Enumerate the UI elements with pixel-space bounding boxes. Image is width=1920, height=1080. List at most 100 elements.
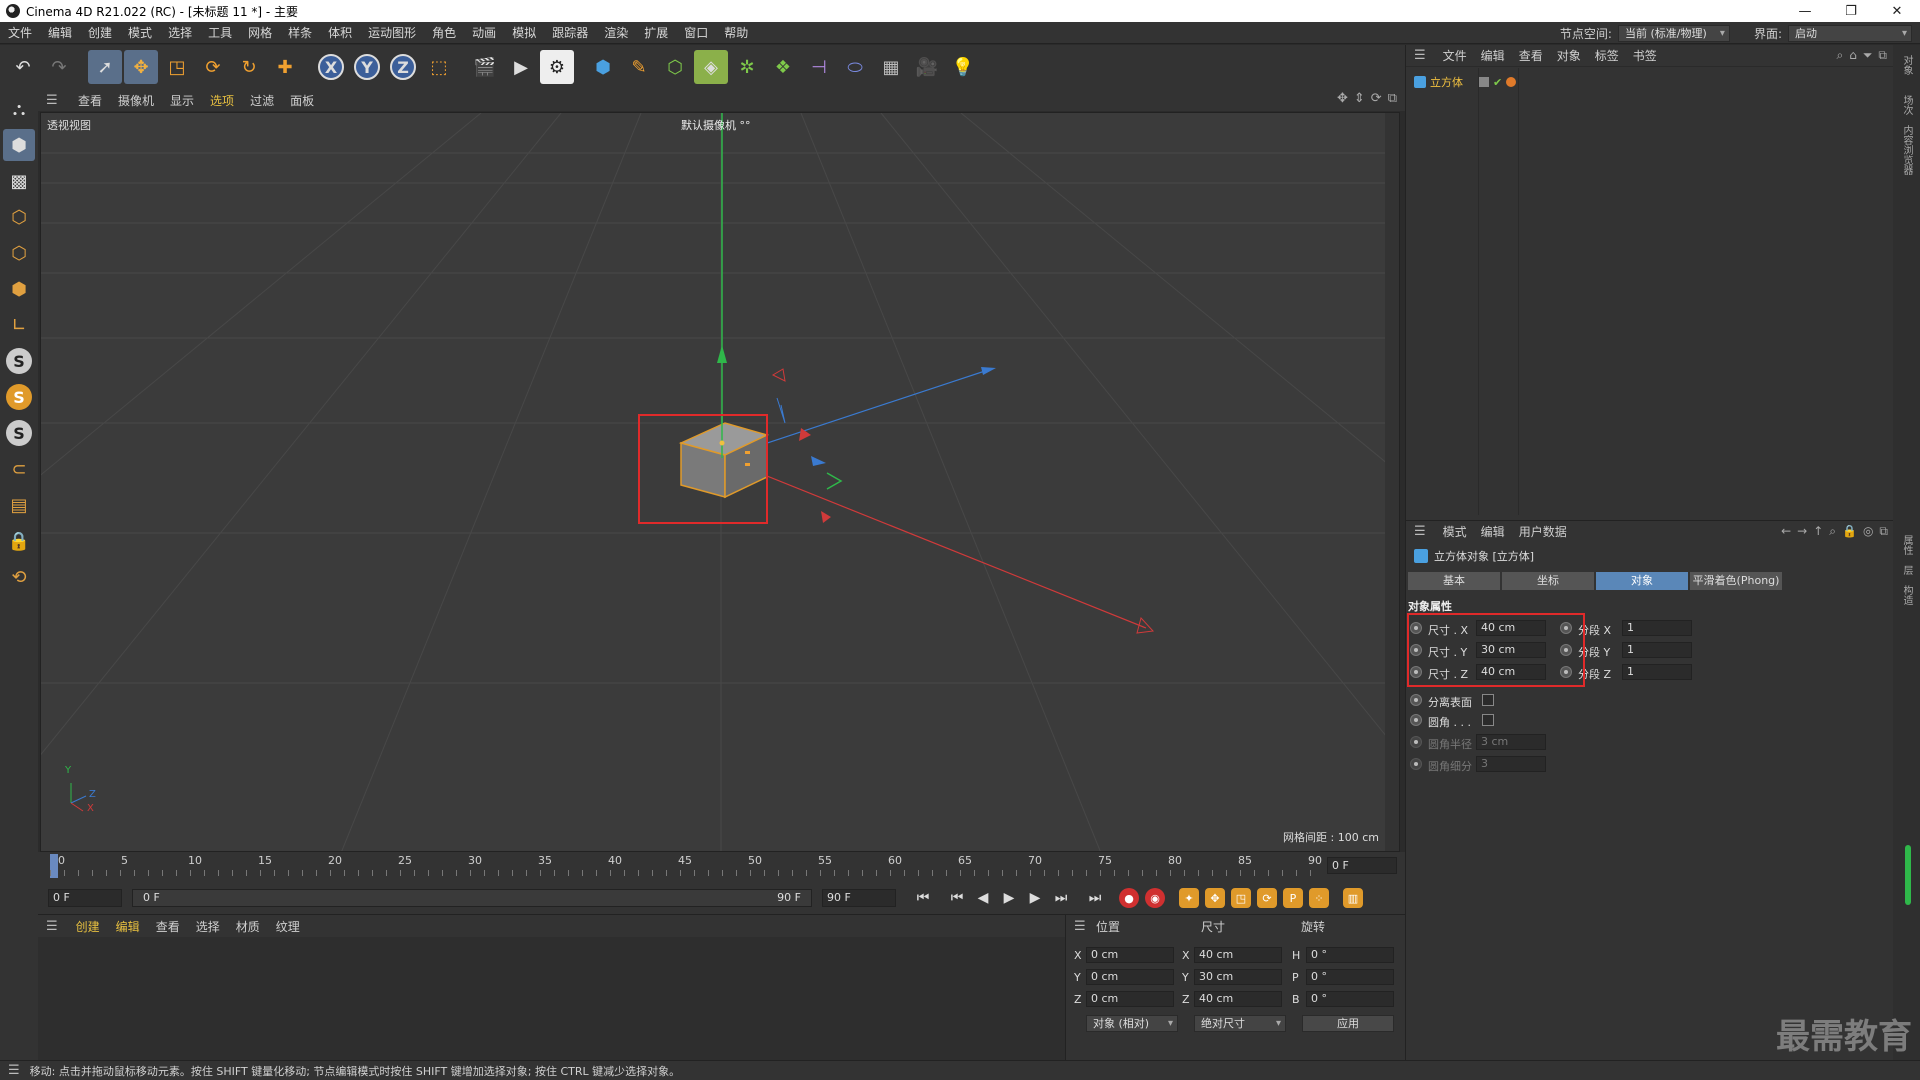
viewport-menu-display[interactable]: 显示	[162, 92, 202, 109]
rotate-tool-icon[interactable]: ⟳	[196, 50, 230, 84]
z-move-handle-icon[interactable]	[811, 456, 826, 466]
x-axis-lock-icon[interactable]: X	[314, 50, 348, 84]
menu-mesh[interactable]: 网格	[240, 24, 280, 41]
om-menu-tags[interactable]: 标签	[1588, 47, 1626, 64]
move-tool-icon[interactable]: ✥	[124, 50, 158, 84]
y-axis-arrow-icon[interactable]	[717, 345, 727, 363]
tab-coord[interactable]: 坐标	[1502, 572, 1594, 590]
am-hamburger-icon[interactable]: ☰	[1414, 524, 1426, 539]
am-menu-userdata[interactable]: 用户数据	[1512, 523, 1574, 540]
toggle-view-icon[interactable]: ⧉	[1388, 91, 1397, 106]
next-frame-icon[interactable]: ▶	[1022, 885, 1048, 911]
up-arrow-icon[interactable]: ↑	[1813, 524, 1823, 539]
tab-basic[interactable]: 基本	[1408, 572, 1500, 590]
go-to-start-icon[interactable]: ⏮	[910, 885, 936, 911]
size-x-field[interactable]: 40 cm	[1194, 947, 1282, 963]
select-tool-icon[interactable]: ➚	[88, 50, 122, 84]
om-menu-bookmarks[interactable]: 书签	[1626, 47, 1664, 64]
start-frame-field[interactable]: 0 F	[48, 889, 122, 907]
texture-mode-icon[interactable]: ▩	[3, 165, 35, 197]
z-axis-arrow-icon[interactable]	[981, 367, 996, 375]
material-menu-texture[interactable]: 纹理	[268, 918, 308, 935]
edges-mode-icon[interactable]: ⬡	[3, 237, 35, 269]
subdivision-icon[interactable]: ⬡	[658, 50, 692, 84]
prev-frame-icon[interactable]: ◀	[970, 885, 996, 911]
make-editable-icon[interactable]: ⛬	[3, 93, 35, 125]
am-search-icon[interactable]: ⌕	[1829, 524, 1836, 539]
orbit-icon[interactable]: ⟳	[1371, 91, 1382, 106]
menu-mode[interactable]: 模式	[120, 24, 160, 41]
timeline-window-icon[interactable]: ▥	[1340, 885, 1366, 911]
menu-volume[interactable]: 体积	[320, 24, 360, 41]
timeline-ruler[interactable]: 0 5 10 15 20 25 30 35 40 45 50 55 60 65 …	[38, 852, 1405, 882]
position-y-field[interactable]: 0 cm	[1086, 969, 1174, 985]
coord-hamburger-icon[interactable]: ☰	[1074, 919, 1086, 934]
position-x-field[interactable]: 0 cm	[1086, 947, 1174, 963]
menu-animate[interactable]: 动画	[464, 24, 504, 41]
am-menu-edit[interactable]: 编辑	[1474, 523, 1512, 540]
home-icon[interactable]: ⌂	[1849, 48, 1857, 63]
plane-handle-red-icon[interactable]	[771, 368, 786, 382]
viewport-hamburger-icon[interactable]: ☰	[46, 93, 60, 108]
phong-tag-icon[interactable]	[1506, 77, 1517, 87]
play-icon[interactable]: ▶	[996, 885, 1022, 911]
field-icon[interactable]: ⬭	[838, 50, 872, 84]
visibility-icon[interactable]	[1479, 77, 1489, 87]
add-tool-icon[interactable]: ✚	[268, 50, 302, 84]
next-key-icon[interactable]: ⏭	[1048, 885, 1074, 911]
extrude-icon[interactable]: ◈	[694, 50, 728, 84]
viewport-menu-options[interactable]: 选项	[202, 92, 242, 109]
material-menu-view[interactable]: 查看	[148, 918, 188, 935]
solo-icon[interactable]: S	[3, 417, 35, 449]
side-tab-attributes[interactable]: 属性	[1899, 535, 1914, 555]
current-frame-field[interactable]: 0 F	[1327, 857, 1397, 874]
interface-dropdown[interactable]: 启动	[1788, 24, 1912, 42]
floor-icon[interactable]: ▦	[874, 50, 908, 84]
key-parameter-icon[interactable]: P	[1280, 885, 1306, 911]
cube-icon[interactable]: ⬢	[586, 50, 620, 84]
material-area[interactable]	[38, 937, 1065, 1061]
rotation-h-field[interactable]: 0 °	[1306, 947, 1394, 963]
node-space-dropdown[interactable]: 当前 (标准/物理)	[1617, 24, 1730, 42]
side-scrollbar[interactable]	[1905, 845, 1911, 905]
render-view-icon[interactable]: ▶	[504, 50, 538, 84]
workplane-icon[interactable]: ▤	[3, 489, 35, 521]
frame-range-slider[interactable]: 0 F 90 F	[132, 889, 812, 907]
am-new-window-icon[interactable]: ⧉	[1879, 524, 1888, 539]
om-menu-file[interactable]: 文件	[1436, 47, 1474, 64]
key-position-icon[interactable]: ✥	[1202, 885, 1228, 911]
plane-handle-blue-icon[interactable]	[776, 397, 786, 424]
deformer-icon[interactable]: ⊣	[802, 50, 836, 84]
menu-tools[interactable]: 工具	[200, 24, 240, 41]
material-menu-material[interactable]: 材质	[228, 918, 268, 935]
object-name[interactable]: 立方体	[1430, 74, 1463, 90]
prev-key-icon[interactable]: ⏮	[944, 885, 970, 911]
key-rotation-icon[interactable]: ⟳	[1254, 885, 1280, 911]
camera-icon[interactable]: 🎥	[910, 50, 944, 84]
material-menu-create[interactable]: 创建	[68, 918, 108, 935]
light-icon[interactable]: 💡	[946, 50, 980, 84]
menu-simulate[interactable]: 模拟	[504, 24, 544, 41]
filter-icon[interactable]: ⏷	[1863, 48, 1873, 63]
record-icon[interactable]: ●	[1116, 885, 1142, 911]
menu-mograph[interactable]: 运动图形	[360, 24, 424, 41]
viewport-menu-filter[interactable]: 过滤	[242, 92, 282, 109]
undo-icon[interactable]: ↶	[6, 50, 40, 84]
x-axis-arrow-icon[interactable]	[1136, 616, 1155, 634]
go-to-end-icon[interactable]: ⏭	[1082, 885, 1108, 911]
om-hamburger-icon[interactable]: ☰	[1414, 48, 1426, 63]
menu-select[interactable]: 选择	[160, 24, 200, 41]
coord-mode-dropdown[interactable]: 对象 (相对)	[1086, 1015, 1178, 1032]
new-window-icon[interactable]: ⧉	[1878, 48, 1887, 63]
menu-render[interactable]: 渲染	[596, 24, 636, 41]
model-mode-icon[interactable]: ⬢	[3, 129, 35, 161]
minimize-button[interactable]: —	[1782, 0, 1828, 22]
end-frame-field[interactable]: 90 F	[822, 889, 896, 907]
menu-spline[interactable]: 样条	[280, 24, 320, 41]
rotation-p-field[interactable]: 0 °	[1306, 969, 1394, 985]
autokey-icon[interactable]: ◉	[1142, 885, 1168, 911]
polygons-mode-icon[interactable]: ⬢	[3, 273, 35, 305]
side-tab-takes[interactable]: 场次	[1899, 95, 1914, 115]
render-settings-icon[interactable]: ⚙	[540, 50, 574, 84]
om-menu-view[interactable]: 查看	[1512, 47, 1550, 64]
